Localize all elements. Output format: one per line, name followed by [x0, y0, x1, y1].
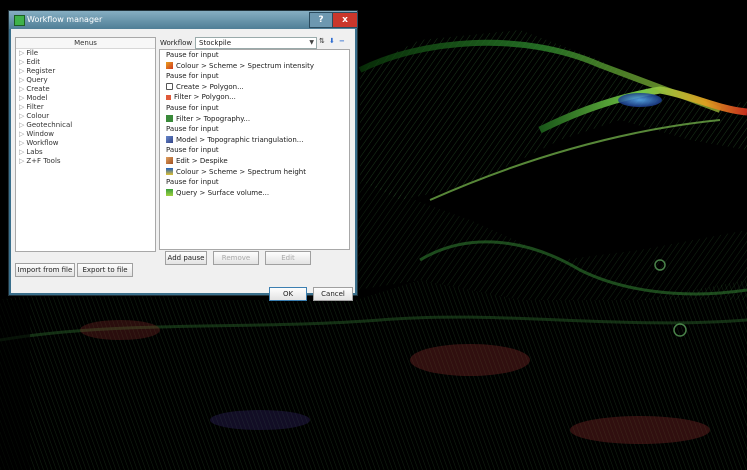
filter-polygon-icon	[166, 95, 171, 101]
menu-item-label: Edit	[26, 58, 40, 66]
step-label: Pause for input	[166, 72, 219, 81]
expand-arrow-icon[interactable]: ▷	[19, 76, 24, 84]
help-button[interactable]: ?	[309, 12, 333, 28]
workflow-step[interactable]: Filter > Polygon...	[160, 92, 349, 103]
step-label: Create > Polygon...	[176, 82, 244, 91]
step-label: Filter > Polygon...	[174, 93, 236, 102]
workflow-selected: Stockpile	[199, 39, 232, 47]
step-label: Edit > Despike	[176, 156, 228, 165]
step-label: Pause for input	[166, 178, 219, 187]
menu-item-model[interactable]: ▷ Model	[16, 94, 155, 103]
expand-arrow-icon[interactable]: ▷	[19, 85, 24, 93]
menu-item-label: Window	[26, 130, 54, 138]
expand-arrow-icon[interactable]: ▷	[19, 58, 24, 66]
menu-item-label: Labs	[26, 148, 43, 156]
step-label: Colour > Scheme > Spectrum height	[176, 167, 306, 176]
pause-step[interactable]: Pause for input	[160, 50, 349, 61]
workflow-step[interactable]: Edit > Despike	[160, 156, 349, 167]
menu-item-label: Model	[26, 94, 48, 102]
workflow-step[interactable]: Model > Topographic triangulation...	[160, 135, 349, 146]
ok-button[interactable]: OK	[269, 287, 307, 301]
app-icon	[14, 15, 25, 26]
expand-arrow-icon[interactable]: ▷	[19, 121, 24, 129]
move-down-icon[interactable]: ⬇	[329, 37, 335, 45]
menu-item-label: Z+F Tools	[26, 157, 61, 165]
colour-scheme-icon	[166, 61, 173, 69]
menu-item-label: Colour	[26, 112, 50, 120]
menu-item-file[interactable]: ▷ File	[16, 49, 155, 58]
expand-arrow-icon[interactable]: ▷	[19, 49, 24, 57]
close-button[interactable]: x	[332, 12, 358, 28]
remove-button[interactable]: Remove	[213, 251, 259, 265]
export-to-file-button[interactable]: Export to file	[77, 263, 133, 277]
step-label: Pause for input	[166, 51, 219, 59]
menu-item-label: Register	[26, 67, 56, 75]
workflow-steps-list[interactable]: Pause for input Colour > Scheme > Spectru…	[159, 49, 350, 250]
menu-item-colour[interactable]: ▷ Colour	[16, 112, 155, 121]
step-label: Pause for input	[166, 146, 219, 155]
menu-item-window[interactable]: ▷ Window	[16, 130, 155, 139]
expand-arrow-icon[interactable]: ▷	[19, 148, 24, 156]
menu-item-labs[interactable]: ▷ Labs	[16, 148, 155, 157]
pause-step[interactable]: Pause for input	[160, 124, 349, 135]
menu-item-z-f-tools[interactable]: ▷ Z+F Tools	[16, 157, 155, 166]
title-bar[interactable]: Workflow manager ? x	[9, 11, 358, 29]
menu-item-label: Filter	[26, 103, 44, 111]
expand-arrow-icon[interactable]: ▷	[19, 67, 24, 75]
expand-arrow-icon[interactable]: ▷	[19, 139, 24, 147]
add-pause-button[interactable]: Add pause	[165, 251, 207, 265]
step-label: Pause for input	[166, 103, 219, 112]
step-label: Pause for input	[166, 125, 219, 134]
query-volume-icon	[166, 188, 173, 196]
colour-height-icon	[166, 167, 173, 175]
model-triangulation-icon	[166, 135, 173, 143]
pause-step[interactable]: Pause for input	[160, 103, 349, 114]
expand-arrow-icon[interactable]: ▷	[19, 130, 24, 138]
workflow-step[interactable]: Colour > Scheme > Spectrum intensity	[160, 61, 349, 72]
edit-despike-icon	[166, 156, 173, 164]
window-title: Workflow manager	[27, 15, 103, 24]
menus-tree[interactable]: Menus ▷ File ▷ Edit ▷ Register ▷ Query ▷ Create ▷ M…	[15, 37, 156, 252]
workflow-step[interactable]: Query > Surface volume...	[160, 188, 349, 199]
menu-item-workflow[interactable]: ▷ Workflow	[16, 139, 155, 148]
menu-item-query[interactable]: ▷ Query	[16, 76, 155, 85]
expand-arrow-icon[interactable]: ▷	[19, 157, 24, 165]
menu-item-label: File	[26, 49, 39, 57]
create-polygon-icon	[166, 82, 173, 90]
filter-topography-icon	[166, 114, 173, 122]
workflow-manager-window: Workflow manager ? x Menus ▷ File ▷ Edit ▷ Re…	[8, 10, 358, 301]
workflow-step[interactable]: Colour > Scheme > Spectrum height	[160, 167, 349, 178]
remove-step-icon[interactable]: −	[339, 37, 345, 45]
menu-item-label: Workflow	[26, 139, 59, 147]
step-label: Query > Surface volume...	[176, 188, 270, 197]
menu-item-create[interactable]: ▷ Create	[16, 85, 155, 94]
workflow-step[interactable]: Create > Polygon...	[160, 82, 349, 93]
expand-arrow-icon[interactable]: ▷	[19, 103, 24, 111]
menu-item-label: Create	[26, 85, 50, 93]
expand-arrow-icon[interactable]: ▷	[19, 112, 24, 120]
pause-step[interactable]: Pause for input	[160, 145, 349, 156]
workflow-step[interactable]: Filter > Topography...	[160, 114, 349, 125]
pause-step[interactable]: Pause for input	[160, 177, 349, 188]
menu-item-label: Geotechnical	[26, 121, 73, 129]
cancel-button[interactable]: Cancel	[313, 287, 353, 301]
pause-step[interactable]: Pause for input	[160, 71, 349, 82]
step-label: Colour > Scheme > Spectrum intensity	[176, 61, 314, 70]
menu-item-geotechnical[interactable]: ▷ Geotechnical	[16, 121, 155, 130]
workflow-select[interactable]: Stockpile ▼	[195, 37, 317, 49]
menu-item-edit[interactable]: ▷ Edit	[16, 58, 155, 67]
dialog-body: Menus ▷ File ▷ Edit ▷ Register ▷ Query ▷ Create ▷ M…	[11, 29, 355, 301]
import-from-file-button[interactable]: Import from file	[15, 263, 75, 277]
menu-item-register[interactable]: ▷ Register	[16, 67, 155, 76]
menu-item-filter[interactable]: ▷ Filter	[16, 103, 155, 112]
chevron-down-icon: ▼	[309, 39, 314, 46]
menus-header: Menus	[16, 38, 155, 49]
step-label: Filter > Topography...	[176, 114, 251, 123]
sort-icon[interactable]: ⇅	[319, 37, 325, 45]
edit-button[interactable]: Edit	[265, 251, 311, 265]
expand-arrow-icon[interactable]: ▷	[19, 94, 24, 102]
workflow-label: Workflow	[160, 39, 193, 47]
step-label: Model > Topographic triangulation...	[176, 135, 304, 144]
menu-item-label: Query	[26, 76, 48, 84]
